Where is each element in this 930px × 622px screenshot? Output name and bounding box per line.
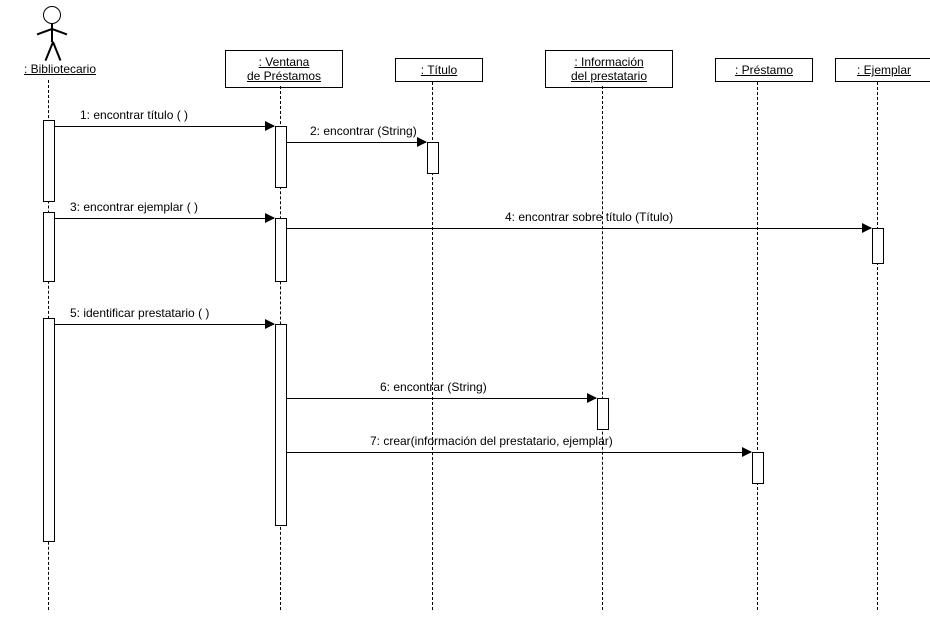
activation-ventana-1: [275, 126, 287, 188]
message-6: [286, 398, 596, 399]
message-5-label: 5: identificar prestatario ( ): [70, 306, 209, 320]
message-4: [286, 228, 871, 229]
arrowhead-icon: [265, 213, 275, 223]
lifeline-header-ejemplar: : Ejemplar: [835, 58, 930, 82]
lifeline-prestamo: [757, 82, 758, 610]
activation-titulo: [427, 142, 439, 174]
activation-info: [597, 398, 609, 430]
message-1: [54, 126, 274, 127]
lifeline-header-ventana: : Ventanade Préstamos: [225, 50, 343, 88]
message-2-label: 2: encontrar (String): [310, 124, 417, 138]
lifeline-label: : Ejemplar: [844, 63, 924, 77]
lifeline-header-prestamo: : Préstamo: [715, 58, 813, 82]
activation-prestamo: [752, 452, 764, 484]
lifeline-label: : Ventanade Préstamos: [234, 55, 334, 83]
activation-ejemplar: [872, 228, 884, 264]
message-6-label: 6: encontrar (String): [380, 380, 487, 394]
lifeline-ejemplar: [877, 82, 878, 610]
lifeline-label: : Título: [404, 63, 474, 77]
arrowhead-icon: [862, 223, 872, 233]
lifeline-header-info: : Informacióndel prestatario: [545, 50, 673, 88]
arrowhead-icon: [417, 137, 427, 147]
message-1-label: 1: encontrar título ( ): [80, 108, 188, 122]
lifeline-header-titulo: : Título: [395, 58, 483, 82]
arrowhead-icon: [587, 393, 597, 403]
activation-bibliotecario-3: [43, 318, 55, 542]
lifeline-label: : Préstamo: [724, 63, 804, 77]
message-3-label: 3: encontrar ejemplar ( ): [70, 200, 198, 214]
actor-label: : Bibliotecario: [10, 62, 110, 76]
message-3: [54, 218, 274, 219]
message-5: [54, 324, 274, 325]
message-7: [286, 452, 751, 453]
lifeline-info: [602, 86, 603, 610]
message-7-label: 7: crear(información del prestatario, ej…: [370, 434, 613, 448]
lifeline-label: : Informacióndel prestatario: [554, 55, 664, 83]
arrowhead-icon: [742, 447, 752, 457]
message-4-label: 4: encontrar sobre título (Título): [505, 210, 673, 224]
sequence-diagram: : Bibliotecario : Ventanade Préstamos : …: [0, 0, 930, 622]
actor-icon: [32, 6, 72, 60]
activation-bibliotecario-1: [43, 120, 55, 202]
activation-ventana-3: [275, 324, 287, 526]
arrowhead-icon: [265, 121, 275, 131]
activation-bibliotecario-2: [43, 212, 55, 282]
arrowhead-icon: [265, 319, 275, 329]
message-2: [286, 142, 426, 143]
